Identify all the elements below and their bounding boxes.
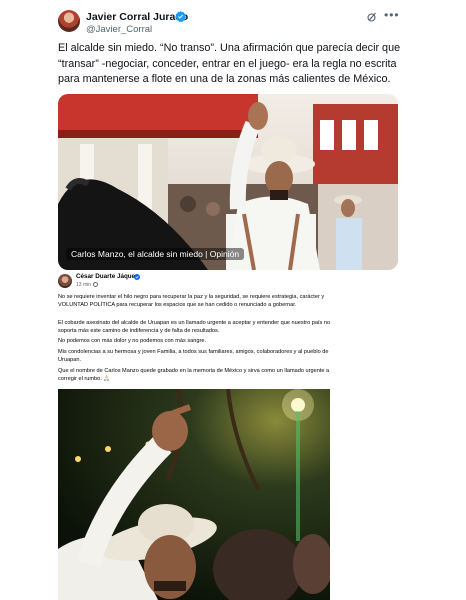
embedded-author-name: César Duarte Jáquez bbox=[76, 273, 139, 280]
globe-icon bbox=[93, 282, 99, 288]
embedded-paragraph: No se requiere inventar el hilo negro pa… bbox=[58, 294, 325, 308]
more-options-icon[interactable]: ••• bbox=[384, 9, 400, 21]
link-card[interactable]: Carlos Manzo, el alcalde sin miedo | Opi… bbox=[58, 94, 398, 270]
embedded-photo bbox=[58, 389, 330, 600]
tweet: Javier Corral Jurado @Javier_Corral ••• … bbox=[0, 0, 466, 600]
embedded-time-text: 13 min bbox=[76, 282, 92, 288]
embedded-verified-icon bbox=[134, 274, 140, 280]
card-photo bbox=[58, 94, 398, 270]
embedded-paragraph: No podemos con más dolor y no podemos co… bbox=[58, 338, 207, 344]
embedded-post-time: 13 min bbox=[76, 282, 99, 288]
card-caption: Carlos Manzo, el alcalde sin miedo | Opi… bbox=[66, 248, 245, 260]
embedded-paragraph: El cobarde asesinato del alcalde de Urua… bbox=[58, 320, 331, 334]
embedded-post-screenshot: César Duarte Jáquez 13 min No se requier… bbox=[56, 272, 356, 600]
author-handle[interactable]: @Javier_Corral bbox=[86, 24, 152, 35]
embedded-author-avatar bbox=[58, 274, 72, 288]
verified-badge-icon bbox=[175, 11, 186, 22]
author-name[interactable]: Javier Corral Jurado bbox=[86, 11, 188, 23]
embedded-paragraph: Que el nombre de Carlos Manzo quede grab… bbox=[58, 368, 330, 382]
tweet-text: El alcalde sin miedo. “No transo”. Una a… bbox=[58, 42, 401, 85]
author-avatar[interactable] bbox=[58, 10, 80, 32]
grok-icon[interactable] bbox=[366, 11, 378, 23]
embedded-paragraph: Mis condolencias a su hermosa y joven Fa… bbox=[58, 349, 329, 363]
